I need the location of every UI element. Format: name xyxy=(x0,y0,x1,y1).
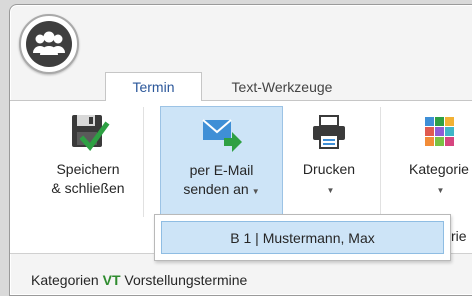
floppy-disk-check-icon xyxy=(66,113,110,153)
tab-termin[interactable]: Termin xyxy=(105,72,202,101)
category-code: VT xyxy=(102,272,121,288)
tab-label: Termin xyxy=(132,79,175,95)
category-grid-icon xyxy=(419,113,459,153)
save-label-line2: & schließen xyxy=(51,180,125,196)
category-label-partial: rie xyxy=(451,228,467,244)
email-forward-icon xyxy=(200,114,244,154)
dropdown-arrow-icon: ▼ xyxy=(251,187,260,196)
send-email-button[interactable]: per E-Mail senden an ▼ xyxy=(160,106,283,224)
ribbon-separator xyxy=(380,107,381,217)
ribbon-separator xyxy=(143,107,144,217)
print-button[interactable]: Drucken ▼ xyxy=(286,101,372,227)
tab-text-werkzeuge[interactable]: Text-Werkzeuge xyxy=(206,72,358,101)
dropdown-arrow-icon: ▼ xyxy=(436,186,445,195)
dropdown-arrow-icon: ▼ xyxy=(326,186,335,195)
dropdown-item-recipient[interactable]: B 1 | Mustermann, Max xyxy=(161,221,444,254)
app-menu-button[interactable] xyxy=(19,14,79,74)
printer-icon xyxy=(309,113,349,153)
users-group-icon xyxy=(26,21,72,67)
category-info-line: Kategorien VT Vorstellungstermine xyxy=(31,272,247,288)
mail-label-line1: per E-Mail xyxy=(189,162,254,178)
send-to-dropdown-menu: B 1 | Mustermann, Max xyxy=(154,214,451,261)
save-label-line1: Speichern xyxy=(56,161,120,177)
tab-label: Text-Werkzeuge xyxy=(231,78,333,95)
category-prefix: Kategorien xyxy=(31,272,99,288)
category-label: Kategorie xyxy=(409,161,469,177)
save-and-close-button[interactable]: Speichern & schließen xyxy=(42,101,134,227)
category-name: Vorstellungstermine xyxy=(124,272,248,288)
mail-label-line2: senden an xyxy=(183,181,249,197)
category-button[interactable]: Kategorie ▼ xyxy=(394,101,472,227)
dropdown-item-label: B 1 | Mustermann, Max xyxy=(230,229,375,246)
print-label: Drucken xyxy=(302,161,356,177)
